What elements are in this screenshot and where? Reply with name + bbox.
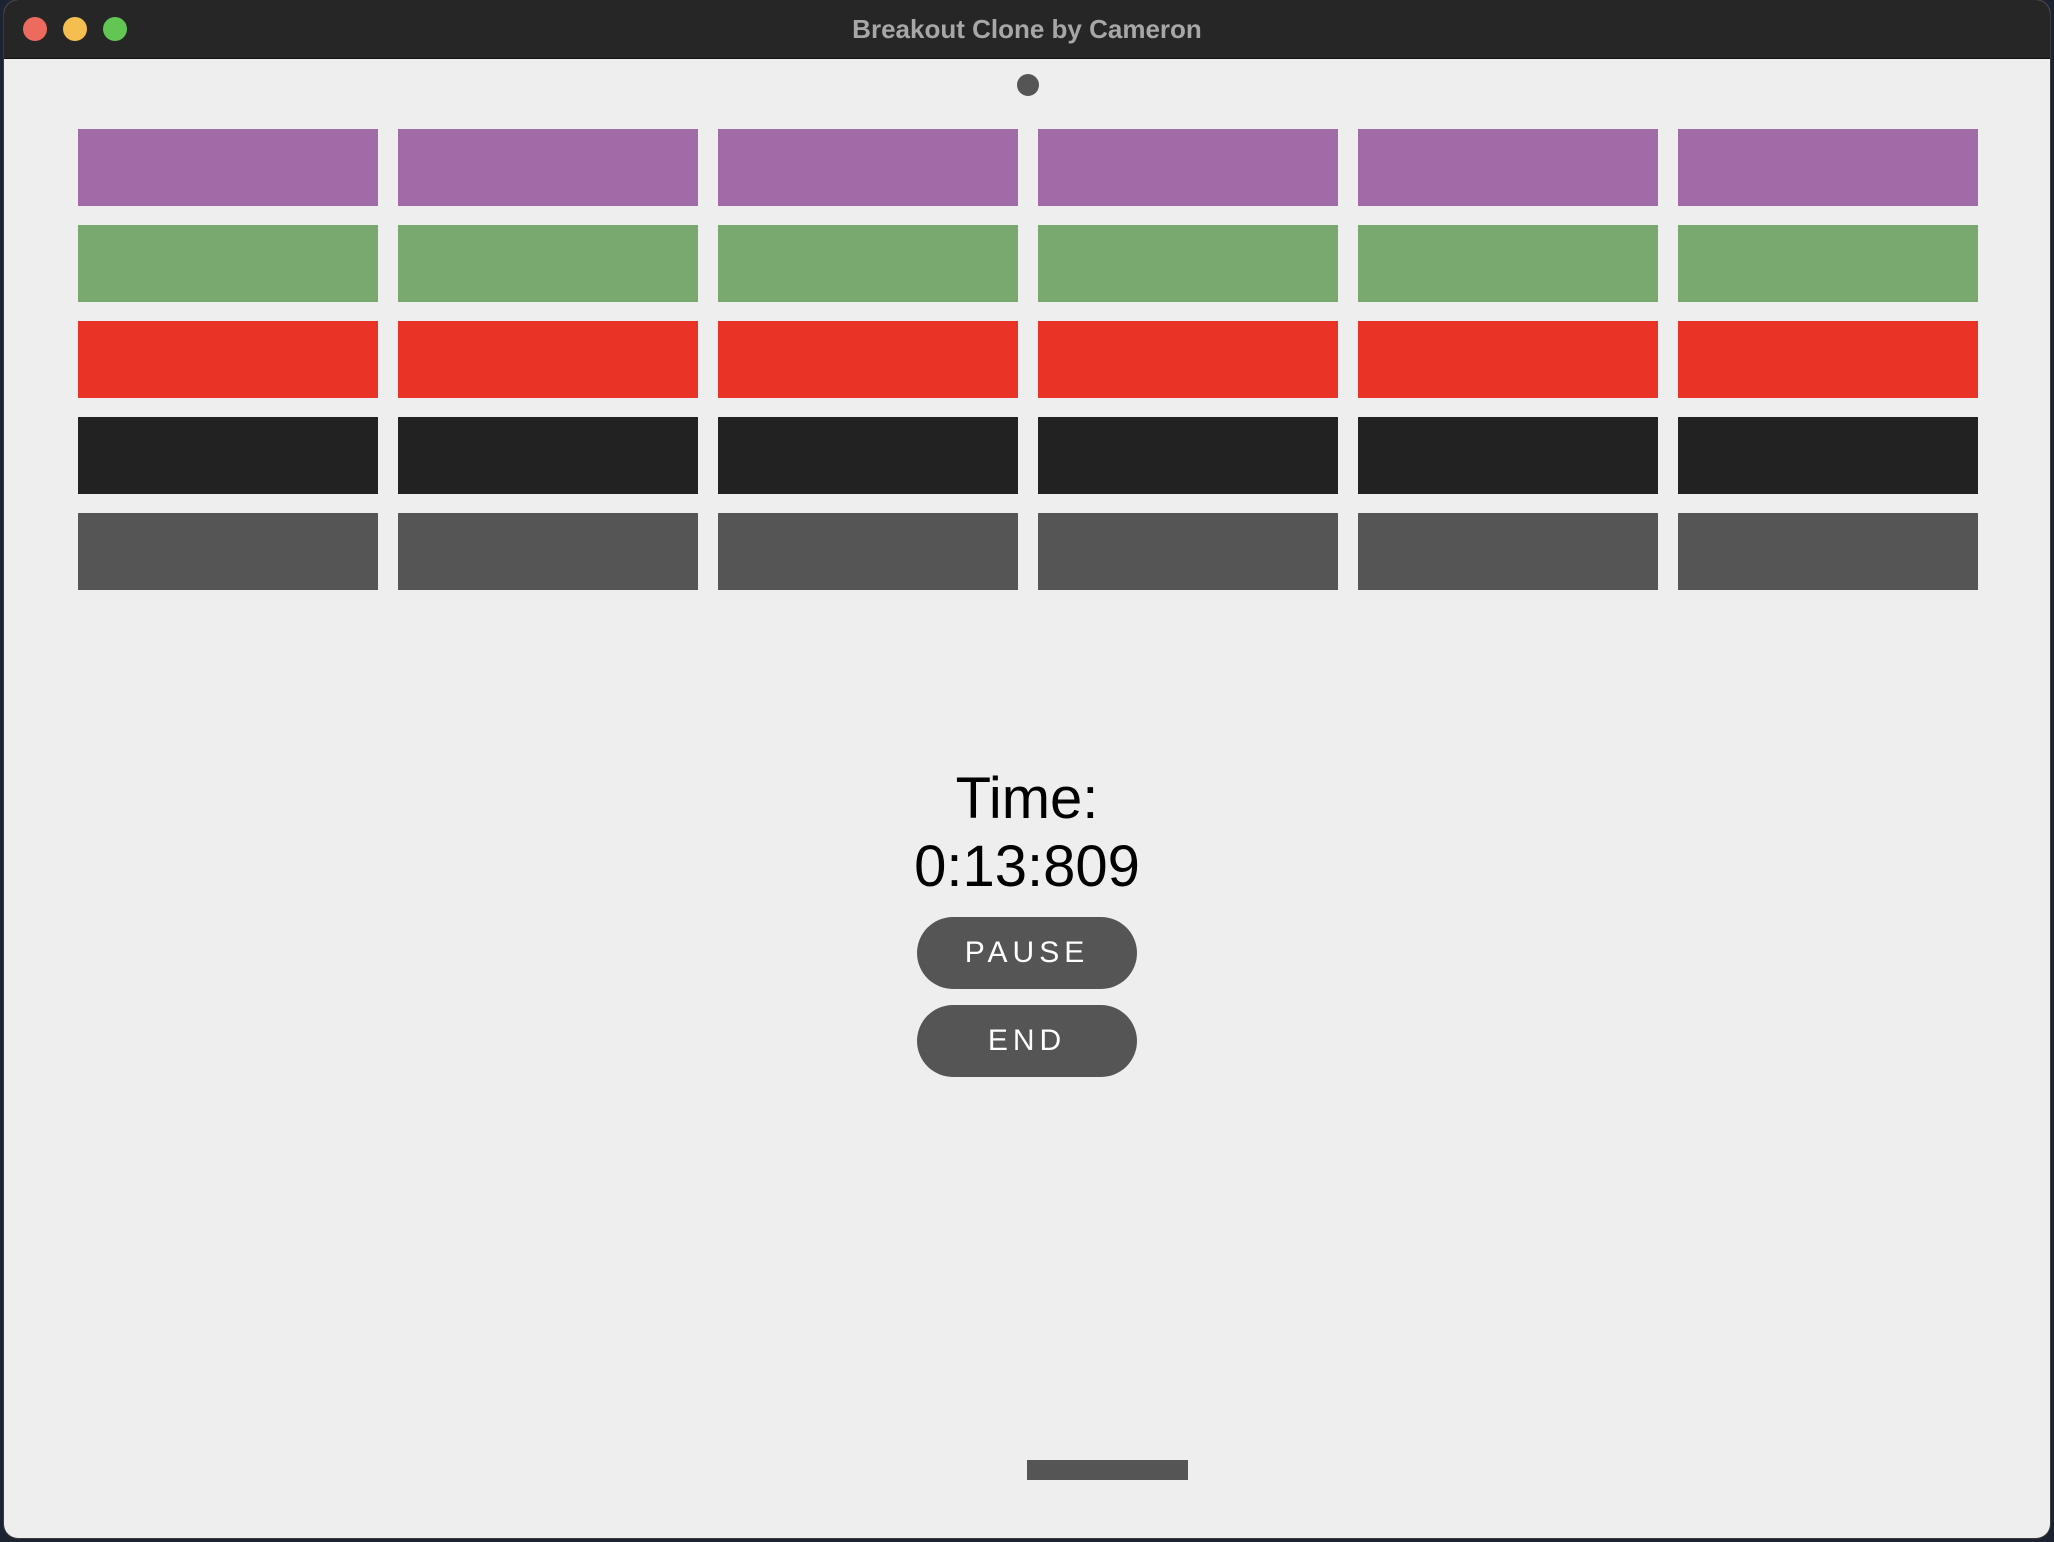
ball [1017, 74, 1039, 96]
brick [1678, 513, 1978, 590]
brick [78, 417, 378, 494]
brick [78, 129, 378, 206]
brick [398, 417, 698, 494]
brick [398, 321, 698, 398]
brick [718, 129, 1018, 206]
hud: Time: 0:13:809 PAUSE END [4, 765, 2050, 1077]
brick-grid [78, 129, 1983, 590]
end-button[interactable]: END [917, 1005, 1137, 1077]
brick [718, 321, 1018, 398]
brick [1678, 321, 1978, 398]
time-label: Time: [955, 766, 1099, 831]
brick [1038, 321, 1338, 398]
brick [1358, 225, 1658, 302]
paddle[interactable] [1027, 1460, 1188, 1480]
brick [1358, 129, 1658, 206]
time-value: 0:13:809 [914, 834, 1140, 899]
brick [718, 417, 1018, 494]
brick [1678, 129, 1978, 206]
game-canvas[interactable]: Time: 0:13:809 PAUSE END [4, 59, 2050, 1538]
brick [1038, 129, 1338, 206]
game-window: Breakout Clone by Cameron Time: 0:13:809… [4, 0, 2050, 1538]
brick [1358, 321, 1658, 398]
pause-button[interactable]: PAUSE [917, 917, 1137, 989]
brick [1678, 417, 1978, 494]
brick [1038, 417, 1338, 494]
brick [398, 225, 698, 302]
brick [398, 129, 698, 206]
brick [718, 225, 1018, 302]
brick [1358, 417, 1658, 494]
brick [1358, 513, 1658, 590]
brick [398, 513, 698, 590]
window-title: Breakout Clone by Cameron [852, 14, 1202, 44]
brick [1678, 225, 1978, 302]
brick [78, 513, 378, 590]
title-bar: Breakout Clone by Cameron [4, 0, 2050, 59]
brick [718, 513, 1018, 590]
brick [78, 321, 378, 398]
brick [78, 225, 378, 302]
brick [1038, 513, 1338, 590]
brick [1038, 225, 1338, 302]
